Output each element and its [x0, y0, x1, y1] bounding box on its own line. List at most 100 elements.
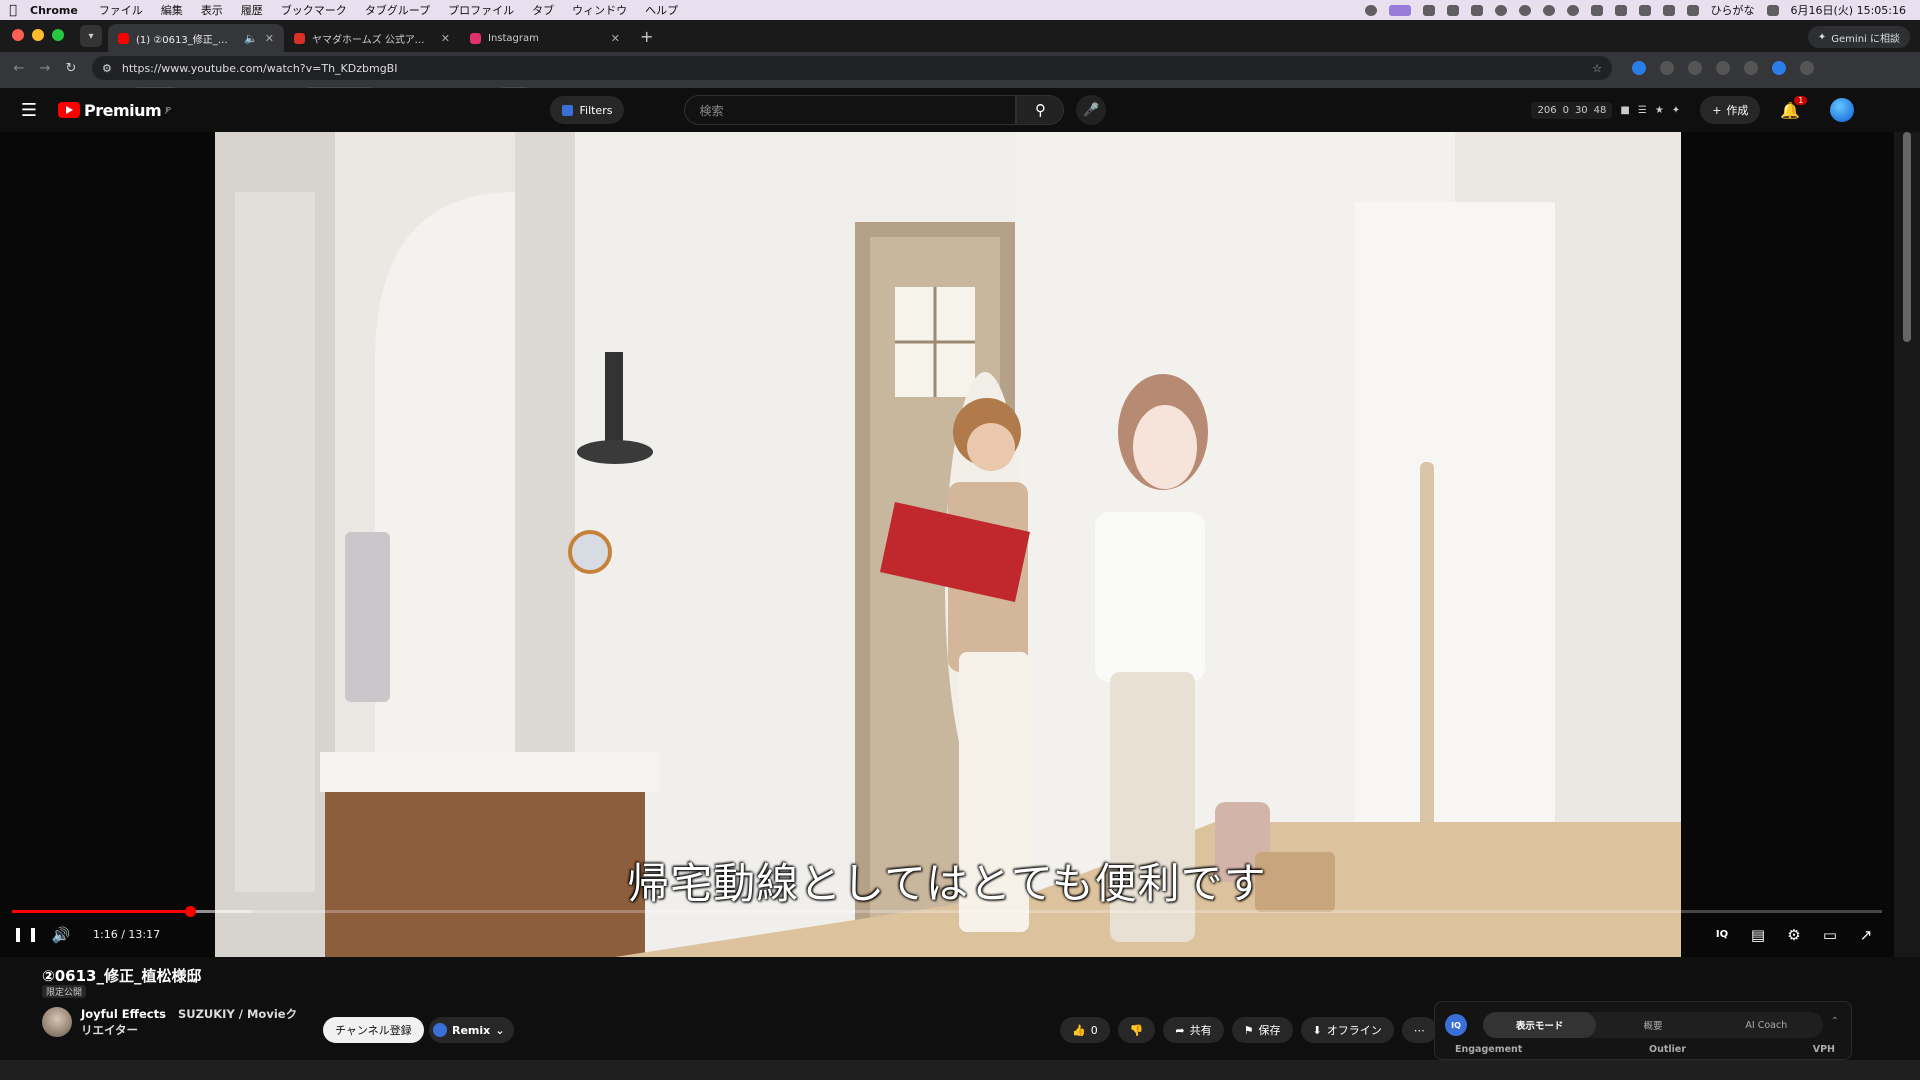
tab-close-icon[interactable]: ✕: [265, 32, 274, 45]
tray-icon[interactable]: [1590, 4, 1603, 16]
iq-extension-icon[interactable]: IQ: [1704, 917, 1740, 953]
battery-icon[interactable]: [1614, 4, 1627, 16]
youtube-logo[interactable]: Premium JP: [58, 101, 171, 120]
reading-list-icon[interactable]: [1744, 61, 1758, 75]
offline-download-button[interactable]: ⬇ オフライン: [1300, 1017, 1394, 1043]
tray-icon[interactable]: [1364, 4, 1377, 16]
channel-name-text[interactable]: Joyful Effects: [81, 1007, 166, 1021]
extension-icon[interactable]: ■: [1620, 105, 1629, 116]
pause-button[interactable]: [7, 917, 43, 953]
channel-name[interactable]: Joyful Effects SUZUKIY / Movieクリエイター: [81, 1006, 301, 1038]
subscribe-button[interactable]: チャンネル登録: [323, 1017, 424, 1043]
iq-tab-display-mode[interactable]: 表示モード: [1483, 1012, 1597, 1038]
scrollbar-thumb[interactable]: [1903, 132, 1911, 342]
extension-icon[interactable]: [1632, 61, 1646, 75]
create-label: 作成: [1726, 104, 1749, 117]
iq-tab-ai-coach[interactable]: AI Coach: [1710, 1012, 1823, 1038]
search-icon[interactable]: ⚲: [1016, 95, 1065, 125]
menu-tab[interactable]: タブ: [523, 2, 563, 18]
video-frame[interactable]: [215, 132, 1681, 957]
tab-search-icon[interactable]: ▾: [80, 25, 102, 47]
download-icon: ⬇: [1312, 1023, 1322, 1037]
profile-icon[interactable]: [1772, 61, 1786, 75]
iq-tab-overview[interactable]: 概要: [1596, 1012, 1709, 1038]
settings-gear-icon[interactable]: ⚙: [1776, 917, 1812, 953]
guide-menu-icon[interactable]: ☰: [0, 100, 58, 121]
fullscreen-icon[interactable]: ↗: [1848, 917, 1884, 953]
wifi-icon[interactable]: [1686, 4, 1699, 16]
tray-icon[interactable]: [1518, 4, 1531, 16]
tray-icon[interactable]: [1566, 4, 1579, 16]
fullscreen-window-button[interactable]: [52, 29, 64, 41]
menu-profile[interactable]: プロファイル: [439, 2, 523, 18]
tab-close-icon[interactable]: ✕: [611, 32, 620, 45]
share-button[interactable]: ➦ 共有: [1163, 1017, 1224, 1043]
minimize-window-button[interactable]: [32, 29, 44, 41]
extension-icon[interactable]: [1660, 61, 1674, 75]
tray-icon[interactable]: [1542, 4, 1555, 16]
tab-close-icon[interactable]: ✕: [441, 32, 450, 45]
filters-button[interactable]: Filters: [550, 96, 625, 124]
tray-icon[interactable]: [1422, 4, 1435, 16]
tray-icon[interactable]: [1446, 4, 1459, 16]
search-input[interactable]: 検索: [684, 95, 1017, 125]
extension-icon[interactable]: ☰: [1638, 105, 1647, 116]
menu-history[interactable]: 履歴: [232, 2, 272, 18]
new-tab-icon[interactable]: +: [630, 27, 663, 52]
menu-file[interactable]: ファイル: [90, 2, 152, 18]
microphone-icon[interactable]: 🎤: [1076, 95, 1107, 125]
tray-icon[interactable]: [1470, 4, 1483, 16]
tray-pill-icon[interactable]: [1388, 4, 1411, 16]
reload-icon[interactable]: ↻: [58, 61, 84, 76]
menu-edit[interactable]: 編集: [152, 2, 192, 18]
apple-icon[interactable]: : [0, 3, 26, 18]
volume-icon[interactable]: 🔊: [43, 917, 79, 953]
volume-icon[interactable]: [1638, 4, 1651, 16]
like-button[interactable]: 👍 0: [1060, 1017, 1110, 1043]
menu-help[interactable]: ヘルプ: [636, 2, 687, 18]
back-icon[interactable]: ←: [6, 61, 32, 76]
puzzle-icon[interactable]: [1688, 61, 1702, 75]
download-icon[interactable]: [1716, 61, 1730, 75]
speaker-icon[interactable]: 🔈: [244, 32, 258, 45]
browser-tab-youtube[interactable]: (1) ②0613_修正_植松様邸 🔈 ✕: [108, 24, 284, 52]
channel-avatar[interactable]: [42, 1007, 72, 1037]
bookmark-star-icon[interactable]: ☆: [1592, 62, 1612, 75]
chevron-up-icon[interactable]: ⌃: [1831, 1016, 1839, 1027]
youtube-play-icon: [58, 102, 80, 118]
notifications-bell-icon[interactable]: 🔔 1: [1780, 95, 1808, 120]
more-actions-button[interactable]: ⋯: [1401, 1017, 1437, 1043]
menu-tabgroups[interactable]: タブグループ: [356, 2, 439, 18]
account-avatar[interactable]: [1830, 98, 1855, 122]
save-button[interactable]: ⚑ 保存: [1231, 1017, 1293, 1043]
ime-indicator[interactable]: ひらがな: [1711, 2, 1755, 18]
forward-icon[interactable]: →: [32, 61, 58, 76]
menu-app-name[interactable]: Chrome: [26, 4, 90, 17]
menu-bookmarks[interactable]: ブックマーク: [272, 2, 356, 18]
menubar-datetime[interactable]: 6月16日(火) 15:05:16: [1791, 2, 1906, 18]
gemini-button-label: Gemini に相談: [1831, 33, 1900, 45]
iq-badge-icon[interactable]: IQ: [1445, 1014, 1467, 1036]
site-info-icon[interactable]: ⚙: [102, 62, 112, 75]
kebab-menu-icon[interactable]: [1800, 61, 1814, 75]
address-url[interactable]: https://www.youtube.com/watch?v=Th_KDzbm…: [122, 62, 398, 75]
sparkle-icon[interactable]: ✦: [1672, 105, 1680, 116]
trophy-icon[interactable]: ★: [1655, 105, 1664, 116]
browser-tab-instagram[interactable]: Instagram ✕: [460, 24, 630, 52]
bluetooth-icon[interactable]: [1662, 4, 1675, 16]
page-scrollbar[interactable]: [1894, 132, 1920, 957]
gemini-button[interactable]: ✦ Gemini に相談: [1807, 26, 1910, 48]
address-bar[interactable]: ⚙ https://www.youtube.com/watch?v=Th_KDz…: [92, 56, 1612, 80]
theater-mode-icon[interactable]: ▭: [1812, 917, 1848, 953]
video-player[interactable]: 帰宅動線としてはとても便利です 🔊 1:16 / 13:17 IQ ▤ ⚙ ▭ …: [0, 132, 1894, 957]
tray-icon[interactable]: [1494, 4, 1507, 16]
menu-view[interactable]: 表示: [192, 2, 232, 18]
menu-window[interactable]: ウィンドウ: [563, 2, 636, 18]
create-button[interactable]: + 作成: [1700, 96, 1761, 124]
close-window-button[interactable]: [12, 29, 24, 41]
control-center-icon[interactable]: [1766, 4, 1779, 16]
browser-tab-yamada[interactable]: ヤマダホームズ 公式アンバサダー ✕: [284, 24, 460, 52]
remix-button[interactable]: Remix ⌄: [429, 1017, 515, 1043]
subtitles-icon[interactable]: ▤: [1740, 917, 1776, 953]
dislike-button[interactable]: 👎: [1117, 1017, 1156, 1043]
